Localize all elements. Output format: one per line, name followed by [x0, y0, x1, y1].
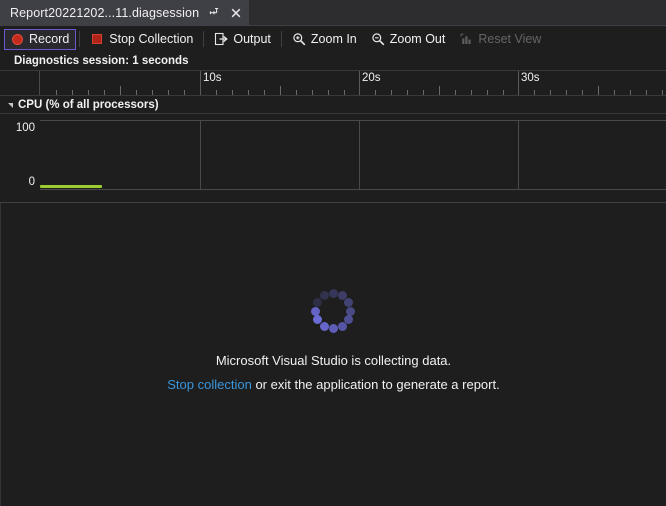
- diagnostics-hub-window: Report20221202...11.diagsession Record S…: [0, 0, 666, 506]
- zoom-in-icon: [292, 32, 306, 46]
- reset-view-button-label: Reset View: [478, 32, 542, 46]
- zoom-in-button[interactable]: Zoom In: [285, 29, 364, 50]
- record-button-label: Record: [29, 32, 70, 46]
- reset-view-icon: [459, 32, 473, 46]
- reset-view-button[interactable]: Reset View: [452, 29, 548, 50]
- stop-square-icon: [92, 34, 103, 44]
- toolbar-separator: [203, 31, 205, 47]
- stop-collection-hint: Stop collection or exit the application …: [167, 377, 499, 392]
- session-info-row: Diagnostics session: 1 seconds: [0, 52, 666, 70]
- stop-collection-button-label: Stop Collection: [109, 32, 194, 46]
- ruler-label-30s: 30s: [521, 72, 540, 84]
- tab-title: Report20221202...11.diagsession: [10, 5, 200, 20]
- toolbar-separator: [79, 31, 81, 47]
- collecting-data-panel: Microsoft Visual Studio is collecting da…: [0, 203, 666, 506]
- diagnostics-toolbar: Record Stop Collection Output Zoom In Zo…: [0, 26, 666, 52]
- cpu-section-header[interactable]: CPU (% of all processors): [0, 96, 666, 114]
- output-icon: [214, 32, 229, 46]
- collapse-triangle-icon[interactable]: [8, 103, 13, 108]
- cpu-plot-area[interactable]: [40, 120, 666, 190]
- toolbar-separator: [280, 31, 282, 47]
- collecting-data-message: Microsoft Visual Studio is collecting da…: [215, 353, 452, 368]
- zoom-in-button-label: Zoom In: [310, 32, 357, 46]
- ruler-label-20s: 20s: [362, 72, 381, 84]
- cpu-graph: 100 0: [0, 114, 666, 202]
- timeline-ruler[interactable]: 10s 20s 30s: [0, 70, 666, 96]
- record-icon: [12, 33, 23, 45]
- record-button[interactable]: Record: [4, 28, 77, 50]
- cpu-gridline: [359, 121, 360, 189]
- tab-diagsession-report[interactable]: Report20221202...11.diagsession: [0, 0, 250, 25]
- stop-collection-button[interactable]: Stop Collection: [83, 29, 200, 50]
- cpu-y-axis: 100 0: [0, 114, 40, 202]
- cpu-usage-trace: [40, 185, 102, 188]
- stop-collection-hint-tail: or exit the application to generate a re…: [251, 377, 500, 392]
- pin-icon[interactable]: [207, 6, 221, 20]
- loading-spinner-icon: [311, 289, 356, 333]
- zoom-out-button[interactable]: Zoom Out: [364, 29, 453, 50]
- cpu-section-title: CPU (% of all processors): [18, 98, 159, 111]
- output-button[interactable]: Output: [207, 29, 278, 50]
- zoom-out-button-label: Zoom Out: [389, 32, 446, 46]
- close-icon[interactable]: [229, 6, 243, 20]
- zoom-out-icon: [371, 32, 385, 46]
- cpu-gridline: [518, 121, 519, 189]
- status-stage: Microsoft Visual Studio is collecting da…: [167, 289, 500, 392]
- ruler-label-10s: 10s: [203, 72, 222, 84]
- diagnostics-session-label: Diagnostics session: 1 seconds: [14, 55, 189, 67]
- ruler-gutter: [0, 71, 40, 95]
- cpu-y-min-label: 0: [28, 176, 35, 188]
- cpu-y-max-label: 100: [15, 122, 35, 134]
- cpu-gridline: [200, 121, 201, 189]
- tab-bar: Report20221202...11.diagsession: [0, 0, 666, 26]
- output-button-label: Output: [233, 32, 271, 46]
- stop-collection-link[interactable]: Stop collection: [167, 377, 252, 392]
